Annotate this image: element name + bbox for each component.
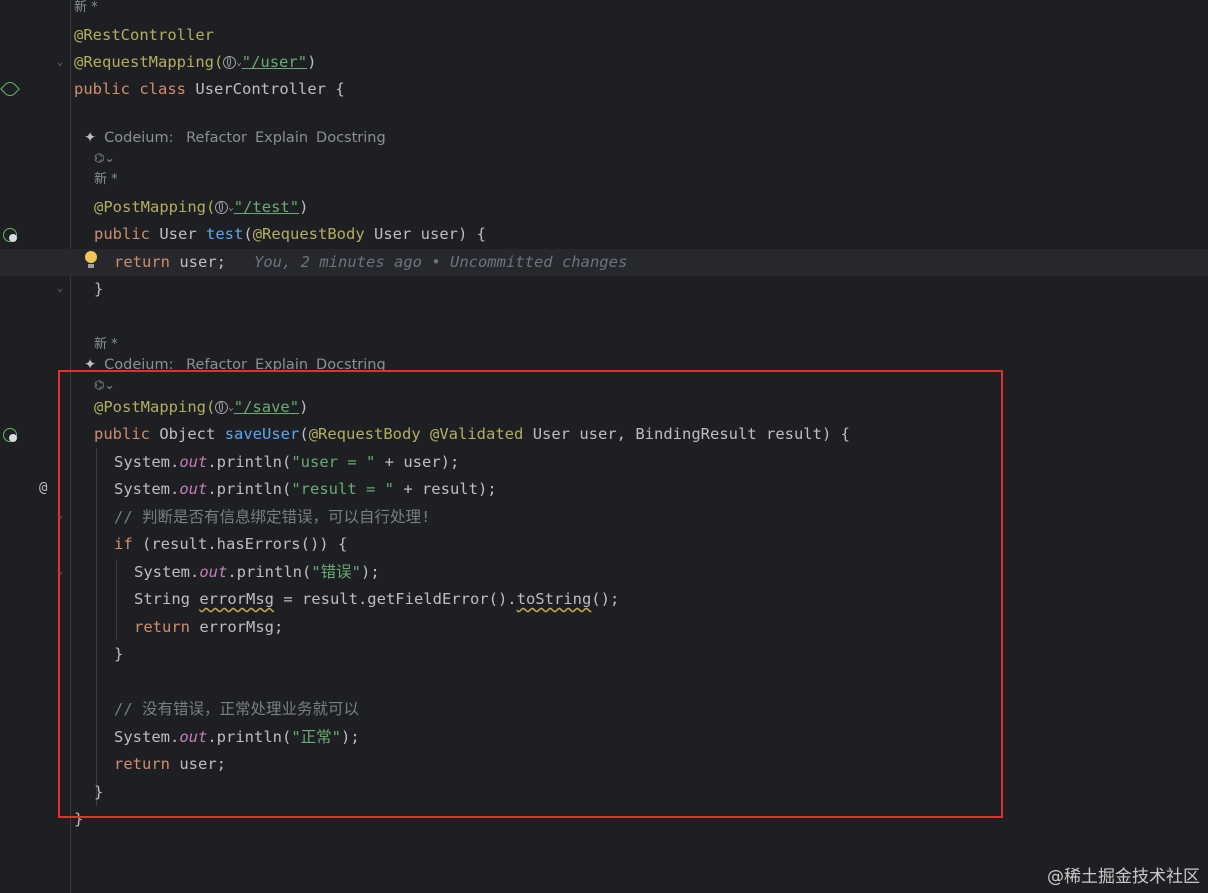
brace: } [94,280,104,298]
code-line[interactable]: @RequestMapping(⌄"/user") [0,49,1208,76]
annotation: @RestController [74,26,214,44]
spring-bean-icon[interactable] [0,79,20,99]
code-line[interactable]: ⌄ @RestController [0,22,1208,68]
highlight-rectangle [58,370,1003,818]
annotation: @PostMapping( [94,198,216,216]
keyword: return [114,253,170,271]
author-marker: 新 * [74,0,98,15]
type-name: User [159,225,197,243]
code-line[interactable]: ⌄ public User test(@RequestBody User use… [0,221,1208,294]
globe-icon[interactable] [223,56,237,69]
url-path[interactable]: "/test" [234,198,299,216]
url-path[interactable]: "/user" [242,53,307,71]
annotation: @RequestBody [252,225,365,243]
code-line[interactable]: public class UserController { [0,76,1208,103]
codeium-refactor-link[interactable]: Refactor [186,130,247,146]
sparkle-icon: ✦ [84,130,97,146]
lightbulb-icon[interactable] [84,251,98,269]
code-line[interactable]: @PostMapping(⌄"/test") [0,194,1208,221]
watermark: @稀土掘金技术社区 [1047,867,1200,887]
paren: ( [243,225,253,243]
codeium-docstring-link[interactable]: Docstring [316,130,386,146]
git-blame-hint: You, 2 minutes ago • Uncommitted changes [254,253,628,271]
codeium-label: Codeium: [104,130,174,146]
paren: ) [299,198,309,216]
code-line: 新 * [0,0,1208,21]
web-endpoint-icon[interactable] [3,228,17,242]
current-code-line[interactable]: return user; You, 2 minutes ago • Uncomm… [0,249,1208,276]
keyword: public [74,80,130,98]
return-value: user; [179,253,227,271]
globe-icon[interactable] [215,201,229,214]
params: User user) { [374,225,486,243]
paren: ) [307,53,317,71]
keyword: public [94,225,150,243]
method-name: test [206,225,244,243]
annotation: @RequestMapping( [74,53,224,71]
keyword: class [139,80,187,98]
codeium-explain-link[interactable]: Explain [255,130,308,146]
code-line: } [0,276,1208,303]
class-name: UserController { [195,80,345,98]
web-endpoint-icon[interactable] [3,428,17,442]
author-marker: 新 * [94,172,118,187]
code-line: 新 * [0,166,1208,193]
